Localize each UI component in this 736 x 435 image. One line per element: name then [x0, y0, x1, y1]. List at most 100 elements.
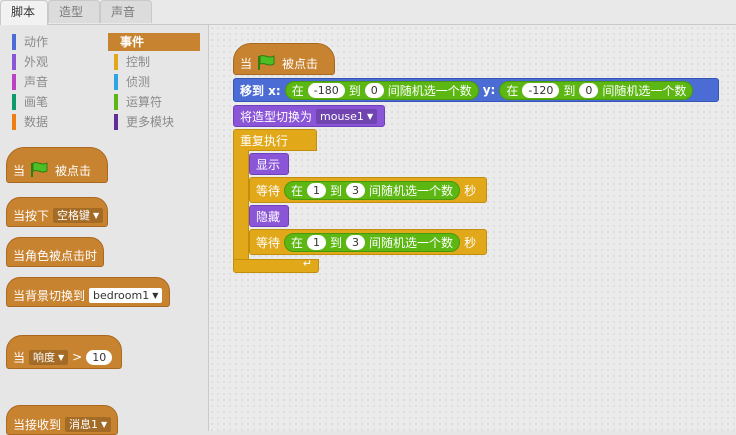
sensor-dropdown[interactable]: 响度 ▼ [29, 349, 69, 365]
script-area[interactable]: 当 被点击 移到 x: 在 -180 到 0 间随机选一个数 y: 在 -120… [209, 25, 736, 431]
category-label: 数据 [24, 115, 49, 129]
dropdown-value: mouse1 [320, 109, 364, 123]
block-text: 间随机选一个数 [369, 235, 454, 250]
block-text: 当接收到 [13, 417, 62, 432]
block-text: 间随机选一个数 [369, 183, 454, 198]
random-from-input[interactable]: -180 [307, 82, 345, 98]
chevron-down-icon: ▼ [101, 419, 108, 429]
block-text: 重复执行 [240, 133, 289, 148]
greater-than-symbol: > [72, 350, 83, 364]
message-dropdown[interactable]: 消息1 ▼ [65, 416, 112, 432]
tab-bar: 脚本 造型 声音 [0, 0, 736, 25]
key-dropdown[interactable]: 空格键 ▼ [53, 207, 104, 223]
block-text: 到 [348, 83, 361, 98]
category-color-bar [12, 114, 16, 130]
block-text: 在 [506, 83, 519, 98]
dropdown-value: 响度 [33, 350, 56, 364]
category-control[interactable]: 控制 [108, 53, 200, 71]
block-text: 在 [291, 83, 304, 98]
random-number-block[interactable]: 在 -180 到 0 间随机选一个数 [284, 80, 479, 100]
category-events[interactable]: 事件 [108, 33, 200, 51]
block-text: 将造型切换为 [240, 109, 313, 124]
forever-block-bottom: ↵ [233, 257, 319, 273]
show-block[interactable]: 显示 [249, 153, 289, 175]
palette-when-sensor-greater-block[interactable]: 当 响度 ▼ > 10 [6, 335, 122, 369]
backdrop-dropdown[interactable]: bedroom1 ▼ [89, 287, 163, 303]
category-label: 声音 [24, 75, 49, 89]
random-number-block[interactable]: 在 -120 到 0 间随机选一个数 [499, 80, 694, 100]
palette-when-backdrop-switches-block[interactable]: 当背景切换到 bedroom1 ▼ [6, 277, 170, 307]
chevron-down-icon: ▼ [58, 352, 65, 362]
go-to-xy-block[interactable]: 移到 x: 在 -180 到 0 间随机选一个数 y: 在 -120 到 0 间… [233, 78, 719, 102]
block-text: 等待 [256, 235, 281, 250]
block-text: 当按下 [13, 208, 50, 223]
category-label: 运算符 [126, 95, 163, 109]
wait-block[interactable]: 等待 在 1 到 3 间随机选一个数 秒 [249, 229, 487, 255]
palette-when-key-pressed-block[interactable]: 当按下 空格键 ▼ [6, 197, 108, 227]
category-more-blocks[interactable]: 更多模块 [108, 113, 200, 131]
random-from-input[interactable]: -120 [522, 82, 560, 98]
category-looks[interactable]: 外观 [6, 53, 102, 71]
category-color-bar [12, 74, 16, 90]
category-label: 动作 [24, 35, 49, 49]
hide-block[interactable]: 隐藏 [249, 205, 289, 227]
random-from-input[interactable]: 1 [307, 234, 327, 250]
green-flag-icon [31, 162, 48, 177]
when-flag-clicked-block[interactable]: 当 被点击 [233, 43, 335, 75]
block-text: 等待 [256, 183, 281, 198]
category-color-bar [114, 114, 118, 130]
category-color-bar [12, 94, 16, 110]
block-text: 当 [13, 350, 26, 365]
palette-when-flag-clicked-block[interactable]: 当 被点击 [6, 147, 108, 183]
tab-costumes[interactable]: 造型 [48, 0, 100, 23]
random-from-input[interactable]: 1 [307, 182, 327, 198]
block-text: 当背景切换到 [13, 288, 86, 303]
loop-arrow-icon: ↵ [302, 257, 312, 270]
category-sound[interactable]: 声音 [6, 73, 102, 91]
block-text: 当角色被点击时 [13, 248, 98, 263]
block-text: 到 [330, 235, 343, 250]
tab-sounds[interactable]: 声音 [100, 0, 152, 23]
category-sensing[interactable]: 侦测 [108, 73, 200, 91]
block-text: 秒 [464, 235, 477, 250]
random-number-block[interactable]: 在 1 到 3 间随机选一个数 [284, 180, 461, 200]
block-text: 到 [330, 183, 343, 198]
dropdown-value: 消息1 [69, 417, 99, 431]
category-label: 画笔 [24, 95, 49, 109]
category-label: 侦测 [126, 75, 151, 89]
dropdown-value: 空格键 [57, 208, 91, 222]
category-list: 动作 事件 外观 控制 声音 侦测 画笔 运算符 数据 更多模块 [0, 33, 208, 131]
palette-when-sprite-clicked-block[interactable]: 当角色被点击时 [6, 237, 104, 267]
category-color-bar [114, 74, 118, 90]
block-text: 被点击 [282, 56, 319, 71]
block-text: 秒 [464, 183, 477, 198]
block-text: 在 [291, 183, 304, 198]
category-color-bar [114, 54, 118, 70]
random-to-input[interactable]: 0 [364, 82, 384, 98]
category-color-bar [114, 34, 118, 50]
block-text: 间随机选一个数 [602, 83, 687, 98]
category-color-bar [114, 94, 118, 110]
category-pen[interactable]: 画笔 [6, 93, 102, 111]
block-text: 显示 [256, 157, 281, 172]
tab-scripts[interactable]: 脚本 [0, 0, 48, 25]
category-label: 外观 [24, 55, 49, 69]
sensor-threshold-input[interactable]: 10 [86, 349, 113, 365]
category-operators[interactable]: 运算符 [108, 93, 200, 111]
costume-dropdown[interactable]: mouse1 ▼ [316, 108, 378, 124]
category-motion[interactable]: 动作 [6, 33, 102, 51]
chevron-down-icon: ▼ [152, 290, 159, 300]
switch-costume-block[interactable]: 将造型切换为 mouse1 ▼ [233, 105, 385, 127]
dropdown-value: bedroom1 [93, 288, 150, 302]
forever-block[interactable]: 重复执行 [233, 129, 317, 151]
block-text: 当 [240, 56, 253, 71]
random-number-block[interactable]: 在 1 到 3 间随机选一个数 [284, 232, 461, 252]
chevron-down-icon: ▼ [93, 210, 100, 220]
block-text: 隐藏 [256, 209, 281, 224]
green-flag-icon [258, 55, 275, 70]
category-data[interactable]: 数据 [6, 113, 102, 131]
random-to-input[interactable]: 3 [346, 234, 366, 250]
random-to-input[interactable]: 0 [579, 82, 599, 98]
random-to-input[interactable]: 3 [346, 182, 366, 198]
wait-block[interactable]: 等待 在 1 到 3 间随机选一个数 秒 [249, 177, 487, 203]
